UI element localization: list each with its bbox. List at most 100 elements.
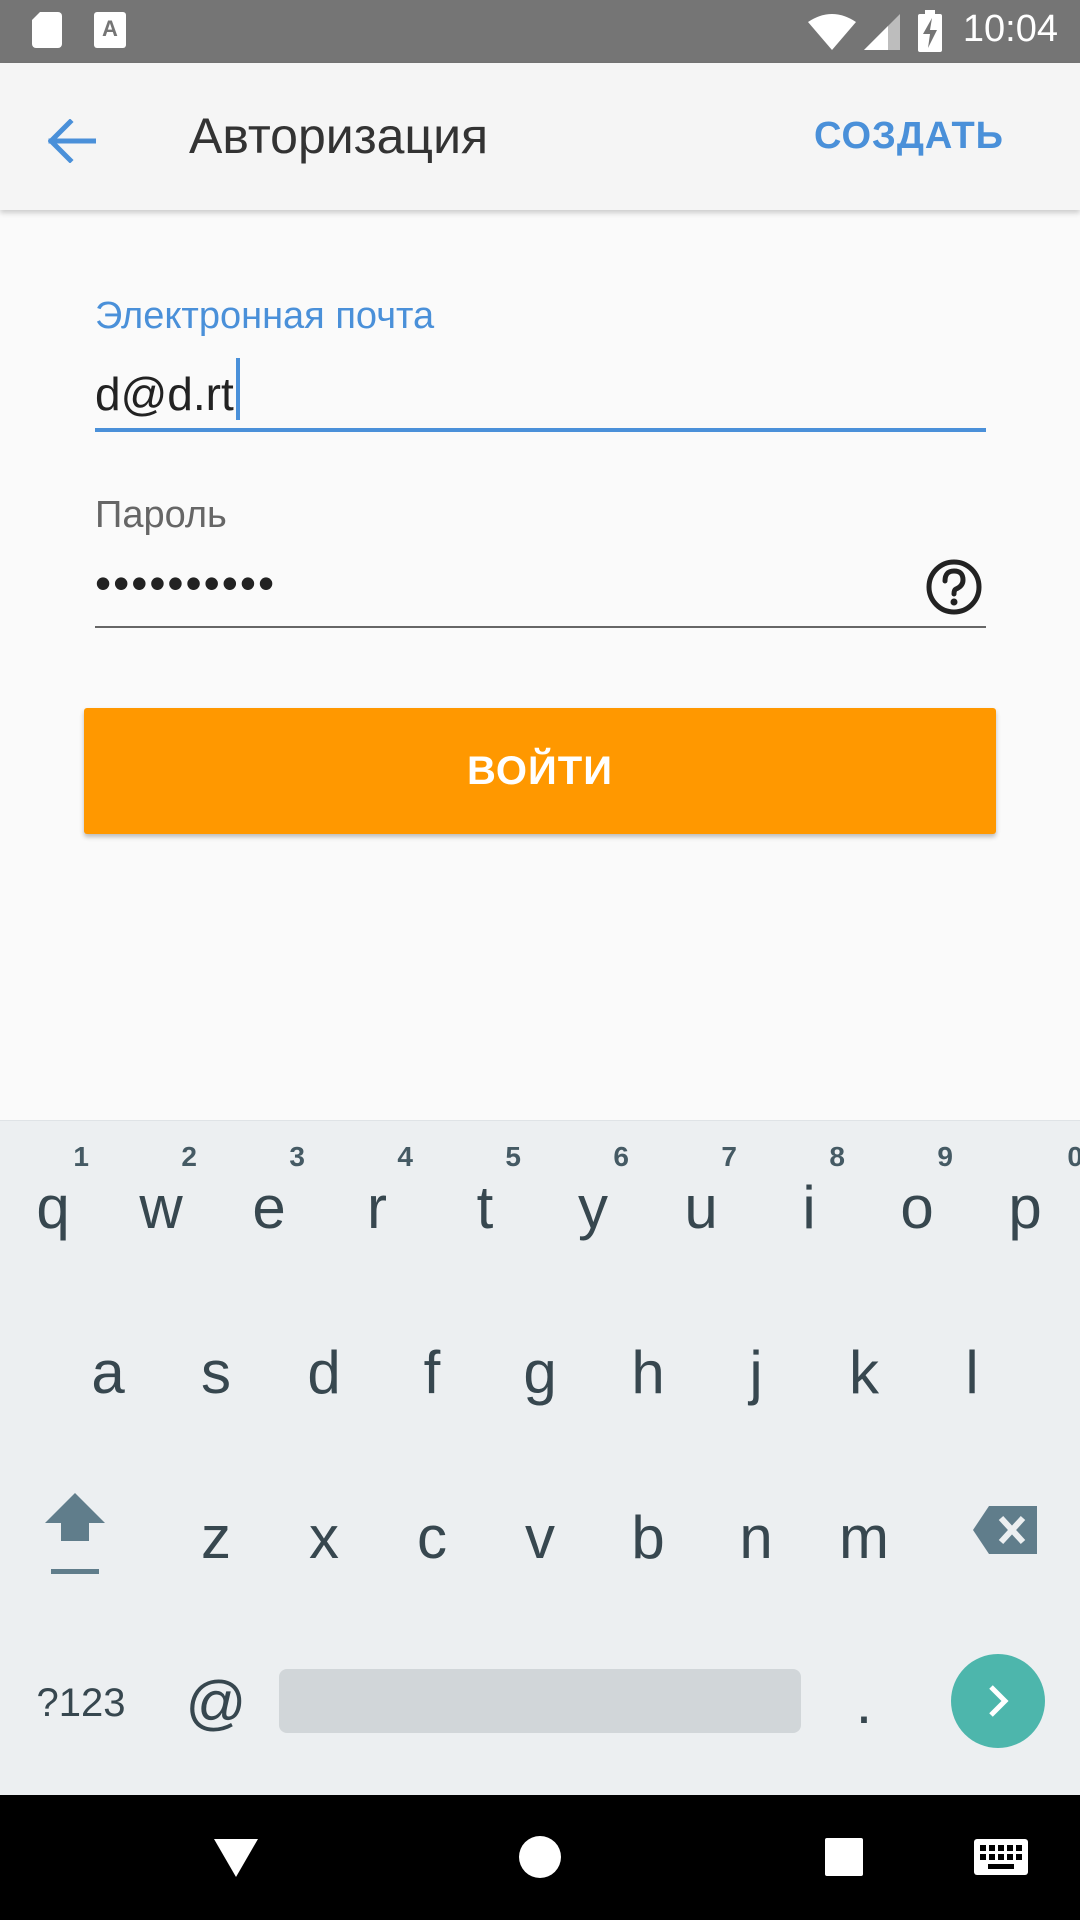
key-char: a [91, 1339, 125, 1406]
key-char: m [839, 1504, 889, 1571]
key-char: l [965, 1339, 979, 1406]
key-f[interactable]: f [382, 1286, 482, 1426]
key-period[interactable]: . [814, 1616, 914, 1756]
key-c[interactable]: c [382, 1451, 482, 1591]
arrow-left-icon [48, 119, 96, 163]
sd-card-icon [32, 12, 62, 48]
key-m[interactable]: m [814, 1451, 914, 1591]
key-d[interactable]: d [274, 1286, 374, 1426]
key-char: p [1008, 1174, 1042, 1241]
create-account-button[interactable]: СОЗДАТЬ [814, 115, 1004, 158]
back-button[interactable] [36, 105, 108, 177]
key-char: x [309, 1504, 339, 1571]
key-l[interactable]: l [922, 1286, 1022, 1426]
key-n[interactable]: n [706, 1451, 806, 1591]
password-value: •••••••••• [95, 557, 277, 609]
key-hint: 1 [73, 1141, 89, 1172]
key-e[interactable]: 3e [219, 1121, 319, 1261]
key-hint: 4 [397, 1141, 413, 1172]
password-label: Пароль [95, 494, 227, 536]
key-char: w [139, 1174, 183, 1241]
key-i[interactable]: 8i [759, 1121, 859, 1261]
key-t[interactable]: 5t [435, 1121, 535, 1261]
key-j[interactable]: j [706, 1286, 806, 1426]
key-hint: 9 [937, 1141, 953, 1172]
key-z[interactable]: z [166, 1451, 266, 1591]
key-char: c [417, 1504, 447, 1571]
key-p[interactable]: 0p [975, 1121, 1080, 1261]
text-a-icon: A [94, 12, 126, 48]
key-q[interactable]: 1q [3, 1121, 103, 1261]
key-char: s [201, 1339, 231, 1406]
key-char: o [900, 1174, 934, 1241]
email-field[interactable]: d@d.rt [95, 358, 986, 432]
keyboard-icon[interactable] [974, 1839, 1028, 1875]
key-hint: 6 [613, 1141, 629, 1172]
key-hint: 5 [505, 1141, 521, 1172]
recents-square-icon[interactable] [824, 1837, 864, 1877]
key-char: j [749, 1339, 763, 1406]
wifi-icon [808, 14, 856, 50]
page-title: Авторизация [189, 108, 489, 164]
key-h[interactable]: h [598, 1286, 698, 1426]
key-char: ?123 [36, 1681, 126, 1725]
battery-charging-icon [918, 10, 942, 52]
key-char: d [307, 1339, 341, 1406]
key-char: i [802, 1174, 816, 1241]
key-hint: 3 [289, 1141, 305, 1172]
soft-keyboard: 1q 2w 3e 4r 5t 6y 7u 8i 9o 0p a s d f g … [0, 1120, 1080, 1795]
svg-text:A: A [102, 16, 118, 41]
key-o[interactable]: 9o [867, 1121, 967, 1261]
key-v[interactable]: v [490, 1451, 590, 1591]
login-button[interactable]: ВОЙТИ [84, 708, 996, 834]
symbols-key[interactable]: ?123 [16, 1616, 146, 1756]
key-w[interactable]: 2w [111, 1121, 211, 1261]
key-u[interactable]: 7u [651, 1121, 751, 1261]
password-field[interactable]: •••••••••• [95, 556, 986, 628]
app-bar: Авторизация СОЗДАТЬ [0, 63, 1080, 210]
key-char: @ [185, 1669, 247, 1736]
key-hint: 2 [181, 1141, 197, 1172]
key-hint: 8 [829, 1141, 845, 1172]
key-char: y [578, 1174, 608, 1241]
back-triangle-icon[interactable] [212, 1837, 260, 1879]
key-x[interactable]: x [274, 1451, 374, 1591]
key-b[interactable]: b [598, 1451, 698, 1591]
spacebar[interactable] [279, 1669, 801, 1733]
backspace-key[interactable] [955, 1451, 1055, 1591]
key-char: z [201, 1504, 231, 1571]
shift-icon [45, 1493, 105, 1574]
key-a[interactable]: a [58, 1286, 158, 1426]
key-g[interactable]: g [490, 1286, 590, 1426]
key-hint: 0 [1067, 1141, 1080, 1172]
navigation-bar [0, 1795, 1080, 1920]
key-at[interactable]: @ [166, 1616, 266, 1756]
home-circle-icon[interactable] [518, 1835, 562, 1879]
chevron-right-icon [989, 1685, 1009, 1717]
key-char: v [525, 1504, 555, 1571]
shift-key[interactable] [25, 1451, 125, 1591]
key-char: e [252, 1174, 286, 1241]
key-char: q [36, 1174, 70, 1241]
key-char: b [631, 1504, 665, 1571]
clock: 10:04 [962, 8, 1058, 50]
key-y[interactable]: 6y [543, 1121, 643, 1261]
key-char: g [523, 1339, 557, 1406]
email-label: Электронная почта [95, 295, 435, 337]
email-value: d@d.rt [95, 368, 234, 420]
key-hint: 7 [721, 1141, 737, 1172]
signal-icon [864, 14, 900, 50]
key-r[interactable]: 4r [327, 1121, 427, 1261]
key-char: h [631, 1339, 665, 1406]
key-char: . [855, 1669, 873, 1736]
key-char: r [367, 1174, 387, 1241]
key-s[interactable]: s [166, 1286, 266, 1426]
key-char: k [849, 1339, 879, 1406]
backspace-icon [973, 1506, 1037, 1554]
key-char: u [684, 1174, 718, 1241]
key-char: t [476, 1174, 494, 1241]
key-k[interactable]: k [814, 1286, 914, 1426]
go-key[interactable] [951, 1654, 1045, 1748]
status-bar: A 10:04 [0, 0, 1080, 63]
question-circle-icon[interactable] [923, 556, 985, 618]
